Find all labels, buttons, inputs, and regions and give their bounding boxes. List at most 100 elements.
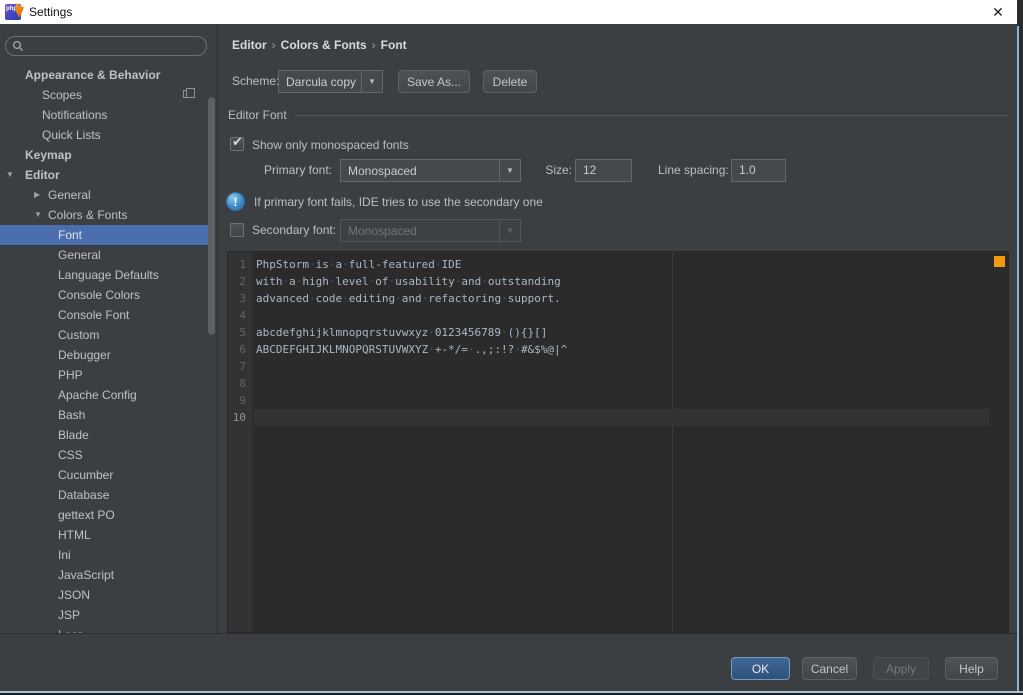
- sidebar-item-label: Cucumber: [58, 468, 113, 482]
- whitespace-dot: ·: [481, 275, 488, 288]
- scheme-combobox[interactable]: Darcula copy ▼: [278, 70, 383, 93]
- sidebar-item-keymap[interactable]: Keymap: [0, 145, 218, 165]
- whitespace-dot: ·: [422, 292, 429, 305]
- whitespace-dot: ·: [369, 275, 376, 288]
- search-icon: [12, 40, 24, 52]
- close-icon[interactable]: ✕: [989, 3, 1007, 21]
- whitespace-dot: ·: [342, 258, 349, 271]
- sidebar-item-font[interactable]: Font: [0, 225, 208, 245]
- sidebar-item-jsp[interactable]: JSP: [0, 605, 218, 625]
- line-spacing-field[interactable]: 1.0: [731, 159, 786, 182]
- whitespace-dot: ·: [309, 258, 316, 271]
- sidebar-item-label: Custom: [58, 328, 99, 342]
- sidebar-item-colors-fonts[interactable]: ▼Colors & Fonts: [0, 205, 218, 225]
- sidebar-item-label: CSS: [58, 448, 83, 462]
- sidebar-item-label: Database: [58, 488, 109, 502]
- sidebar-item-html[interactable]: HTML: [0, 525, 218, 545]
- sidebar-item-blade[interactable]: Blade: [0, 425, 218, 445]
- sidebar-item-console-font[interactable]: Console Font: [0, 305, 218, 325]
- sidebar-item-label: Ini: [58, 548, 71, 562]
- editor-error-stripe[interactable]: [989, 252, 1008, 632]
- code-line: abcdefghijklmnopqrstuvwxyz·0123456789·()…: [254, 324, 989, 341]
- sidebar-item-custom[interactable]: Custom: [0, 325, 218, 345]
- delete-button[interactable]: Delete: [483, 70, 537, 93]
- primary-font-combobox[interactable]: Monospaced ▼: [340, 159, 521, 182]
- ok-button[interactable]: OK: [731, 657, 790, 680]
- secondary-font-combobox: Monospaced ▼: [340, 219, 521, 242]
- sidebar-item-scopes[interactable]: Scopes: [0, 85, 218, 105]
- dropdown-arrow-icon[interactable]: ▼: [499, 160, 520, 181]
- show-monospaced-checkbox[interactable]: [230, 137, 244, 151]
- breadcrumb-part: Font: [381, 38, 407, 52]
- breadcrumb: Editor›Colors & Fonts›Font: [232, 38, 407, 52]
- sidebar-item-cucumber[interactable]: Cucumber: [0, 465, 218, 485]
- sidebar-item-database[interactable]: Database: [0, 485, 218, 505]
- whitespace-dot: ·: [468, 343, 475, 356]
- apply-button: Apply: [873, 657, 929, 680]
- secondary-font-checkbox[interactable]: [230, 223, 244, 237]
- sidebar-item-quick-lists[interactable]: Quick Lists: [0, 125, 218, 145]
- sidebar-item-javascript[interactable]: JavaScript: [0, 565, 218, 585]
- sidebar-item-label: Blade: [58, 428, 89, 442]
- line-number: 2: [228, 273, 252, 290]
- whitespace-dot: ·: [514, 343, 521, 356]
- window-title: Settings: [29, 5, 72, 19]
- sidebar-item-debugger[interactable]: Debugger: [0, 345, 218, 365]
- whitespace-dot: ·: [428, 326, 435, 339]
- sidebar-scrollbar-thumb[interactable]: [208, 97, 215, 335]
- sidebar-item-general[interactable]: General: [0, 245, 218, 265]
- expand-arrow-icon[interactable]: ▶: [34, 185, 40, 205]
- cancel-button[interactable]: Cancel: [802, 657, 857, 680]
- code-line: PhpStorm·is·a·full-featured·IDE: [254, 256, 989, 273]
- code-line: ABCDEFGHIJKLMNOPQRSTUVWXYZ·+-*/=·.,;:!?·…: [254, 341, 989, 358]
- sidebar-item-bash[interactable]: Bash: [0, 405, 218, 425]
- sidebar-item-general[interactable]: ▶General: [0, 185, 218, 205]
- collapse-arrow-icon[interactable]: ▼: [34, 205, 42, 225]
- settings-dialog: Appearance & BehaviorScopesNotifications…: [0, 24, 1017, 691]
- settings-search-box[interactable]: [5, 36, 207, 56]
- line-number: 1: [228, 256, 252, 273]
- breadcrumb-part[interactable]: Colors & Fonts: [281, 38, 367, 52]
- sidebar-item-appearance-behavior[interactable]: Appearance & Behavior: [0, 65, 218, 85]
- search-input[interactable]: [24, 39, 184, 53]
- dropdown-arrow-icon: ▼: [499, 220, 520, 241]
- whitespace-dot: ·: [395, 292, 402, 305]
- sidebar-item-editor[interactable]: ▼Editor: [0, 165, 218, 185]
- primary-font-label: Primary font:: [222, 159, 332, 182]
- sidebar-item-css[interactable]: CSS: [0, 445, 218, 465]
- secondary-font-value: Monospaced: [341, 224, 499, 238]
- sidebar-item-json[interactable]: JSON: [0, 585, 218, 605]
- sidebar-item-label: Console Colors: [58, 288, 140, 302]
- breadcrumb-part[interactable]: Editor: [232, 38, 267, 52]
- code-line: [254, 307, 989, 324]
- sidebar-item-apache-config[interactable]: Apache Config: [0, 385, 218, 405]
- dropdown-arrow-icon[interactable]: ▼: [361, 71, 382, 92]
- font-preview-editor[interactable]: 12345678910 PhpStorm·is·a·full-featured·…: [228, 252, 1008, 632]
- line-number: 3: [228, 290, 252, 307]
- editor-gutter: 12345678910: [228, 252, 253, 632]
- line-number: 10: [228, 409, 252, 426]
- sidebar-item-label: Font: [58, 228, 82, 242]
- whitespace-dot: ·: [309, 292, 316, 305]
- whitespace-dot: ·: [428, 343, 435, 356]
- sidebar-item-ini[interactable]: Ini: [0, 545, 218, 565]
- size-field[interactable]: 12: [575, 159, 632, 182]
- primary-font-value: Monospaced: [341, 164, 499, 178]
- sidebar-item-language-defaults[interactable]: Language Defaults: [0, 265, 218, 285]
- scheme-value: Darcula copy: [279, 75, 361, 89]
- collapse-arrow-icon[interactable]: ▼: [6, 165, 14, 185]
- show-monospaced-label: Show only monospaced fonts: [252, 136, 409, 154]
- sidebar-item-less[interactable]: Less: [0, 625, 218, 633]
- sidebar-item-label: JavaScript: [58, 568, 114, 582]
- settings-sidebar: Appearance & BehaviorScopesNotifications…: [0, 24, 218, 633]
- warning-stripe-marker[interactable]: [994, 256, 1005, 267]
- whitespace-dot: ·: [389, 275, 396, 288]
- save-as-button[interactable]: Save As...: [398, 70, 470, 93]
- line-number: 5: [228, 324, 252, 341]
- help-button[interactable]: Help: [945, 657, 998, 680]
- sidebar-item-notifications[interactable]: Notifications: [0, 105, 218, 125]
- sidebar-item-console-colors[interactable]: Console Colors: [0, 285, 218, 305]
- editor-code-area[interactable]: PhpStorm·is·a·full-featured·IDEwith·a·hi…: [254, 252, 989, 632]
- sidebar-item-php[interactable]: PHP: [0, 365, 218, 385]
- sidebar-item-gettext-po[interactable]: gettext PO: [0, 505, 218, 525]
